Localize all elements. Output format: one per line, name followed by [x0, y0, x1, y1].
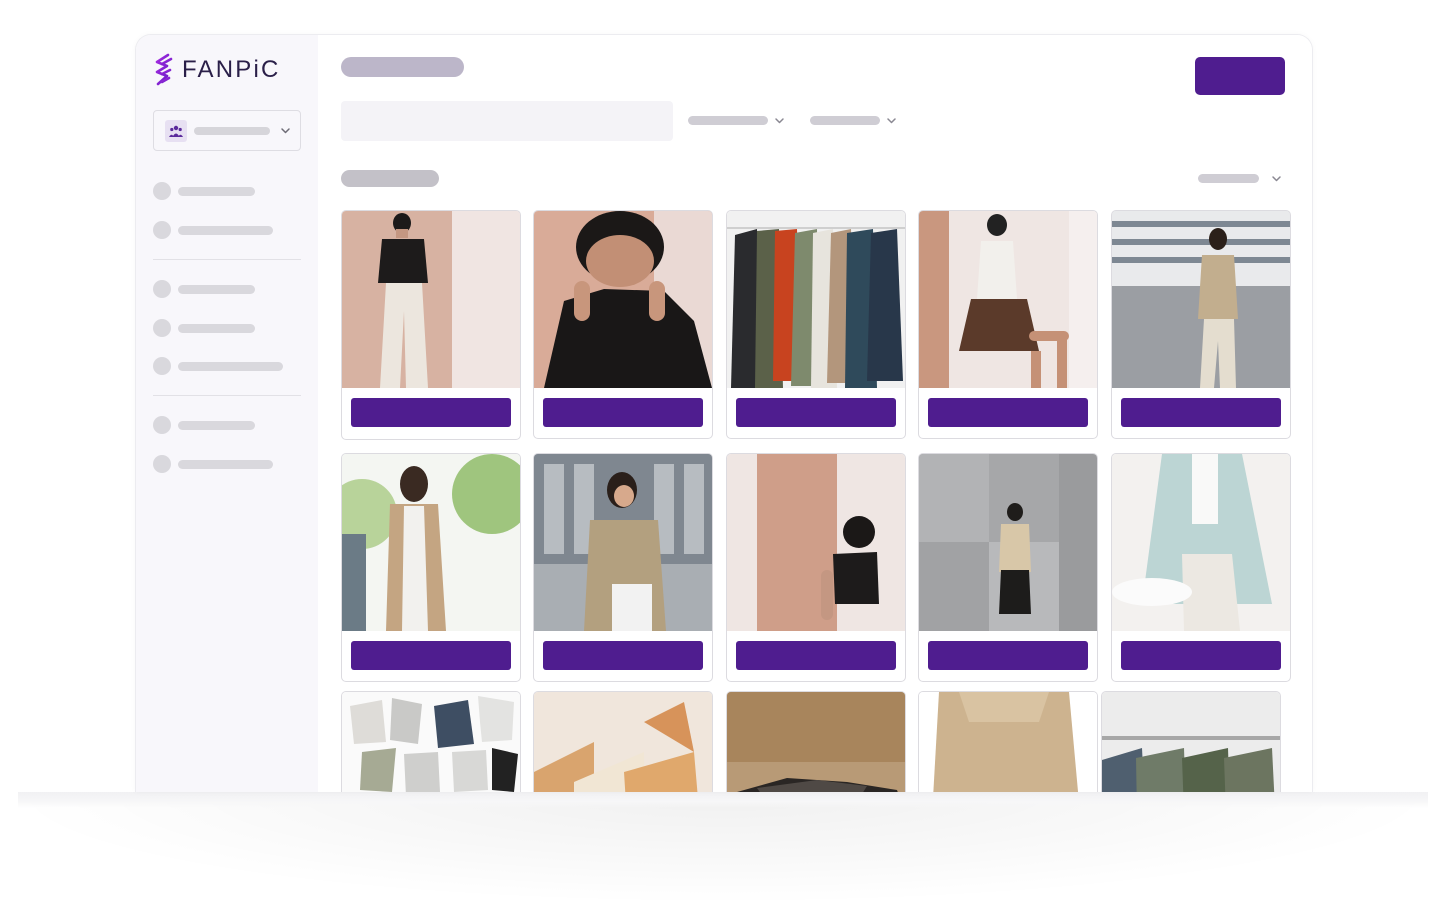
card-action-button[interactable]	[351, 641, 511, 670]
gallery-card[interactable]	[726, 691, 906, 792]
photo-knitwear-on-hangers	[534, 692, 712, 792]
gallery-card[interactable]	[726, 210, 906, 439]
card-action-button[interactable]	[1121, 398, 1281, 427]
card-action-button[interactable]	[736, 641, 896, 670]
photo-woman-black-vest-white-pants	[342, 211, 520, 388]
sidebar-nav-item[interactable]	[153, 455, 273, 473]
sidebar-nav-item[interactable]	[153, 182, 255, 200]
chevron-down-icon	[281, 128, 290, 134]
photo-folded-sweaters	[727, 692, 905, 792]
photo-light-blue-ruffle-shirt	[1112, 454, 1290, 631]
nav-label-placeholder	[178, 459, 273, 469]
gallery-card[interactable]	[1111, 210, 1291, 439]
nav-icon	[153, 319, 171, 337]
sort-dropdown[interactable]	[1198, 173, 1282, 184]
filter-dropdown[interactable]	[810, 115, 897, 126]
nav-icon	[153, 455, 171, 473]
chevron-down-icon	[887, 118, 896, 124]
nav-label-placeholder	[178, 323, 255, 333]
sort-label-placeholder	[1198, 174, 1259, 183]
sidebar-nav-item[interactable]	[153, 319, 255, 337]
organization-name-placeholder	[194, 127, 270, 135]
nav-icon	[153, 221, 171, 239]
filter-label-placeholder	[810, 116, 880, 125]
nav-label-placeholder	[178, 284, 255, 294]
card-action-button[interactable]	[736, 398, 896, 427]
primary-action-button[interactable]	[1195, 57, 1285, 95]
photo-woman-street-beige-outfit	[1112, 211, 1290, 388]
photo-beige-sweater-closeup	[919, 692, 1097, 792]
photo-shirts-on-rail	[1102, 692, 1280, 792]
brand-logo[interactable]: FANPiC	[153, 53, 281, 87]
nav-label-placeholder	[178, 186, 255, 196]
photo-person-black-vest-pink-wall	[727, 454, 905, 631]
chevron-down-icon	[775, 118, 784, 124]
sidebar-nav-item[interactable]	[153, 221, 273, 239]
nav-label-placeholder	[178, 420, 255, 430]
photo-smiling-face-behind-black-sweater	[534, 211, 712, 388]
fanpic-logo-icon	[155, 53, 173, 86]
card-action-button[interactable]	[351, 398, 511, 427]
team-icon	[165, 120, 187, 142]
sidebar: FANPiC	[136, 35, 318, 792]
floor-shadow	[18, 792, 1428, 901]
app-window: FANPiC	[135, 34, 1313, 792]
photo-woman-trench-vest-trees	[342, 454, 520, 631]
photo-clothes-flat-lay	[342, 692, 520, 792]
card-action-button[interactable]	[928, 398, 1088, 427]
filter-dropdown[interactable]	[688, 115, 785, 126]
sidebar-nav-item[interactable]	[153, 416, 255, 434]
section-title-placeholder	[341, 170, 439, 187]
brand-name: FANPiC	[182, 56, 281, 83]
app-preview: FANPiC	[0, 0, 1446, 901]
card-action-button[interactable]	[928, 641, 1088, 670]
sidebar-divider	[153, 259, 301, 260]
chevron-down-icon	[1272, 176, 1281, 182]
gallery-card[interactable]	[1111, 453, 1291, 682]
sidebar-divider	[153, 395, 301, 396]
card-action-button[interactable]	[543, 641, 703, 670]
gallery-card[interactable]	[533, 691, 713, 792]
main-content	[318, 35, 1312, 792]
gallery-card[interactable]	[918, 210, 1098, 439]
gallery-card[interactable]	[341, 453, 521, 682]
page-title-placeholder	[341, 57, 464, 77]
gallery-card[interactable]	[533, 210, 713, 439]
card-action-button[interactable]	[543, 398, 703, 427]
photo-woman-phone-city	[534, 454, 712, 631]
screen-base	[18, 792, 1428, 808]
organization-selector[interactable]	[153, 110, 301, 151]
sidebar-nav-item[interactable]	[153, 280, 255, 298]
photo-person-concrete-wall	[919, 454, 1097, 631]
gallery-card[interactable]	[1101, 691, 1281, 792]
nav-icon	[153, 357, 171, 375]
photo-jackets-on-rack	[727, 211, 905, 388]
gallery-card[interactable]	[918, 691, 1098, 792]
gallery-card[interactable]	[726, 453, 906, 682]
nav-label-placeholder	[178, 361, 283, 371]
gallery-card[interactable]	[341, 691, 521, 792]
photo-woman-pleated-skirt-seated	[919, 211, 1097, 388]
gallery-card[interactable]	[341, 210, 521, 440]
gallery-card[interactable]	[533, 453, 713, 682]
filter-label-placeholder	[688, 116, 768, 125]
gallery-card[interactable]	[918, 453, 1098, 682]
card-action-button[interactable]	[1121, 641, 1281, 670]
search-input[interactable]	[341, 101, 673, 141]
nav-icon	[153, 416, 171, 434]
nav-icon	[153, 182, 171, 200]
nav-icon	[153, 280, 171, 298]
sidebar-nav-item[interactable]	[153, 357, 283, 375]
nav-label-placeholder	[178, 225, 273, 235]
